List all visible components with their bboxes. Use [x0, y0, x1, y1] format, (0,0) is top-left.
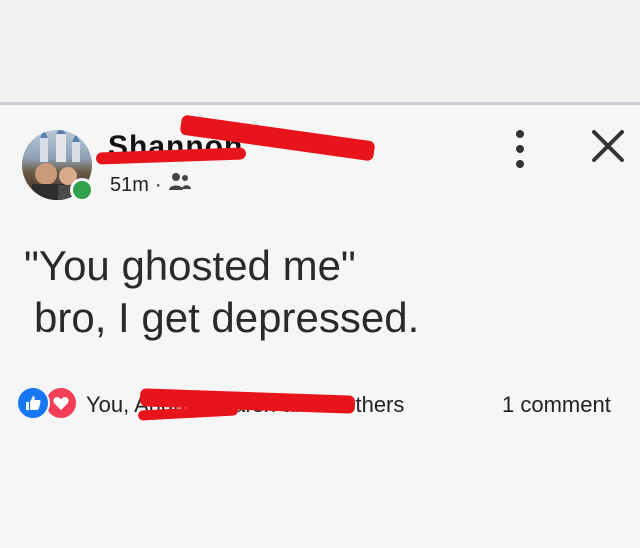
online-status-dot: [70, 178, 94, 202]
reaction-icons[interactable]: [16, 386, 78, 420]
comment-count[interactable]: 1 comment: [502, 392, 611, 418]
background-area: [0, 0, 640, 102]
friends-icon: [168, 172, 192, 198]
post-meta: 51m ·: [110, 172, 192, 198]
dot: [516, 129, 524, 138]
dot: [516, 144, 524, 153]
post-time[interactable]: 51m: [110, 174, 149, 197]
close-icon[interactable]: [588, 126, 628, 166]
post-text-line1: "You ghosted me": [24, 242, 356, 289]
post-text: "You ghosted me" bro, I get depressed.: [24, 240, 564, 344]
like-icon: [16, 386, 50, 420]
more-options-icon[interactable]: [510, 126, 530, 172]
post-text-line2: bro, I get depressed.: [34, 294, 420, 341]
meta-separator: ·: [154, 173, 162, 196]
dot: [516, 160, 524, 169]
